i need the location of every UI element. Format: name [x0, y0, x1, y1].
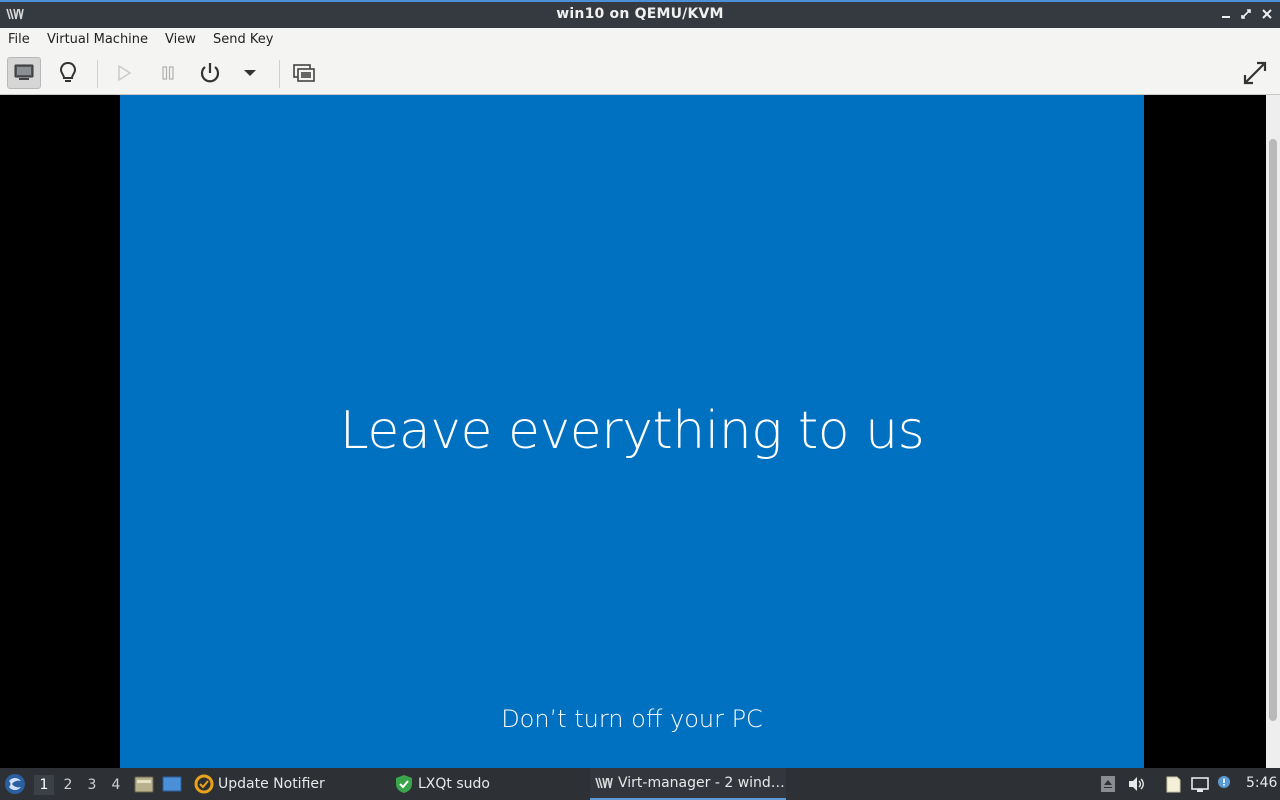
- desktop-switch-3[interactable]: 3: [82, 775, 102, 795]
- virt-manager-icon: [595, 777, 613, 789]
- maximize-button[interactable]: [1238, 7, 1254, 23]
- minimize-button[interactable]: [1218, 7, 1234, 23]
- snapshots-button[interactable]: [287, 57, 321, 89]
- run-button[interactable]: [107, 57, 141, 89]
- start-menu-icon[interactable]: [4, 773, 26, 795]
- desktop-switch-2[interactable]: 2: [58, 775, 78, 795]
- close-icon: [1262, 9, 1272, 19]
- show-details-button[interactable]: [51, 57, 85, 89]
- window-title: win10 on QEMU/KVM: [556, 6, 724, 22]
- clipboard-icon[interactable]: [1164, 775, 1182, 793]
- menu-send-key[interactable]: Send Key: [213, 32, 273, 47]
- menu-virtual-machine[interactable]: Virtual Machine: [47, 32, 148, 47]
- shutdown-menu-button[interactable]: [233, 57, 267, 89]
- vm-display[interactable]: Leave everything to us Don’t turn off yo…: [0, 95, 1266, 768]
- lightbulb-icon: [59, 61, 77, 82]
- pause-icon: [162, 66, 174, 80]
- monitor-icon: [14, 64, 34, 80]
- scrollbar-thumb[interactable]: [1269, 139, 1277, 721]
- task-label: Virt-manager - 2 wind…: [618, 775, 785, 791]
- vm-screen[interactable]: Leave everything to us Don’t turn off yo…: [120, 95, 1144, 768]
- toolbar: [0, 52, 1280, 95]
- show-console-button[interactable]: [7, 57, 41, 89]
- show-desktop-icon[interactable]: [162, 775, 182, 793]
- network-icon[interactable]: [1191, 775, 1209, 793]
- task-label: LXQt sudo: [418, 776, 490, 792]
- snapshots-icon: [293, 64, 315, 82]
- clock[interactable]: 5:46: [1246, 775, 1277, 791]
- restore-icon: [1241, 9, 1251, 19]
- menu-file[interactable]: File: [8, 32, 30, 47]
- eject-icon[interactable]: [1099, 775, 1117, 793]
- update-notifier-icon: [194, 774, 214, 794]
- file-manager-icon[interactable]: [134, 775, 154, 793]
- setup-headline: Leave everything to us: [339, 401, 925, 461]
- volume-icon[interactable]: [1127, 775, 1145, 793]
- setup-subline: Don’t turn off your PC: [501, 705, 763, 733]
- menubar: File Virtual Machine View Send Key: [0, 28, 1280, 52]
- desktop-switch-4[interactable]: 4: [106, 775, 126, 795]
- notification-icon[interactable]: [1216, 775, 1234, 793]
- fullscreen-icon: [1243, 61, 1267, 85]
- toolbar-separator: [279, 60, 280, 88]
- shutdown-button[interactable]: [193, 57, 227, 89]
- chevron-down-icon: [244, 70, 256, 76]
- window-titlebar[interactable]: win10 on QEMU/KVM: [0, 0, 1280, 28]
- pause-button[interactable]: [151, 57, 185, 89]
- menu-view[interactable]: View: [165, 32, 196, 47]
- taskbar: 1 2 3 4 Update Notifier LXQt sudo Virt-m…: [0, 768, 1280, 800]
- minimize-icon: [1222, 16, 1230, 18]
- play-icon: [118, 64, 132, 82]
- shield-check-icon: [396, 775, 412, 793]
- toolbar-separator: [97, 60, 98, 88]
- task-virt-manager[interactable]: Virt-manager - 2 wind…: [590, 768, 786, 800]
- power-icon: [200, 63, 220, 83]
- vertical-scrollbar[interactable]: [1266, 95, 1280, 768]
- close-button[interactable]: [1259, 7, 1275, 23]
- task-label: Update Notifier: [218, 776, 325, 792]
- task-update-notifier[interactable]: Update Notifier: [194, 768, 384, 800]
- desktop-switch-1[interactable]: 1: [34, 775, 54, 795]
- fullscreen-button[interactable]: [1238, 57, 1272, 89]
- task-lxqt-sudo[interactable]: LXQt sudo: [394, 768, 584, 800]
